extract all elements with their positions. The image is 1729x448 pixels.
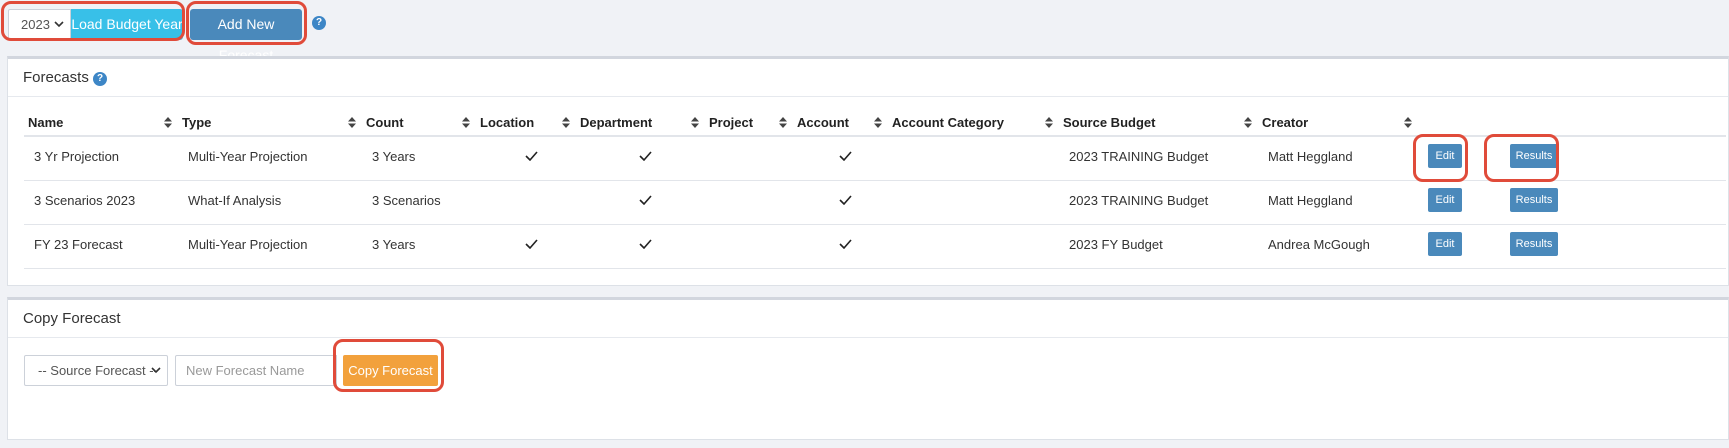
forecasts-header: Forecasts ? (8, 59, 1728, 97)
cell-results: Results (1500, 136, 1726, 181)
sort-icon (462, 117, 470, 128)
column-header-type[interactable]: Type (178, 114, 362, 137)
column-header-account[interactable]: Account (793, 114, 888, 137)
cell-count: 3 Scenarios (362, 180, 476, 225)
cell-project (705, 224, 793, 269)
cell-count: 3 Years (362, 224, 476, 269)
cell-name: 3 Scenarios 2023 (24, 180, 178, 225)
cell-edit: Edit (1418, 224, 1500, 269)
cell-account (793, 136, 888, 181)
results-button[interactable]: Results (1510, 144, 1558, 169)
column-header-department[interactable]: Department (576, 114, 705, 137)
cell-results: Results (1500, 180, 1726, 225)
cell-account-category (888, 224, 1059, 269)
source-forecast-select[interactable]: -- Source Forecast -- (24, 355, 168, 386)
copy-forecast-header: Copy Forecast (8, 300, 1728, 338)
check-icon (639, 151, 652, 161)
column-header-count[interactable]: Count (362, 114, 476, 137)
source-forecast-value: -- Source Forecast -- (38, 363, 158, 378)
cell-account (793, 224, 888, 269)
cell-source-budget: 2023 TRAINING Budget (1059, 180, 1258, 225)
cell-count: 3 Years (362, 136, 476, 181)
cell-department (576, 136, 705, 181)
cell-location (476, 136, 576, 181)
load-budget-year-button[interactable]: Load Budget Year (71, 9, 183, 40)
cell-location (476, 224, 576, 269)
column-header-source-budget[interactable]: Source Budget (1059, 114, 1258, 137)
edit-button[interactable]: Edit (1428, 188, 1462, 212)
table-row: FY 23 Forecast Multi-Year Projection 3 Y… (24, 224, 1726, 269)
column-header-creator[interactable]: Creator (1258, 114, 1418, 137)
add-new-forecast-button[interactable]: Add New Forecast (190, 9, 302, 63)
cell-department (576, 180, 705, 225)
cell-creator: Matt Heggland (1258, 180, 1418, 225)
chevron-down-icon (54, 21, 64, 28)
sort-icon (348, 117, 356, 128)
cell-type: What-If Analysis (178, 180, 362, 225)
sort-icon (874, 117, 882, 128)
table-row: 3 Yr Projection Multi-Year Projection 3 … (24, 136, 1726, 181)
cell-department (576, 224, 705, 269)
sort-icon (1045, 117, 1053, 128)
forecasts-title: Forecasts (23, 69, 89, 86)
sort-icon (779, 117, 787, 128)
edit-button[interactable]: Edit (1428, 144, 1462, 169)
column-header-edit (1418, 114, 1500, 137)
column-header-name[interactable]: Name (24, 114, 178, 137)
table-header-row: Name Type Count Location Department Proj… (24, 114, 1726, 137)
cell-name: FY 23 Forecast (24, 224, 178, 269)
copy-forecast-panel: Copy Forecast -- Source Forecast -- New … (7, 297, 1729, 440)
check-icon (839, 238, 852, 249)
check-icon (839, 194, 852, 205)
cell-creator: Matt Heggland (1258, 136, 1418, 181)
help-icon[interactable]: ? (312, 16, 326, 30)
cell-name: 3 Yr Projection (24, 136, 178, 181)
sort-icon (164, 117, 172, 128)
sort-icon (1404, 117, 1412, 128)
check-icon (839, 151, 852, 161)
new-forecast-name-input[interactable]: New Forecast Name (175, 355, 337, 386)
cell-edit: Edit (1418, 180, 1500, 225)
check-icon (639, 194, 652, 205)
sort-icon (1244, 117, 1252, 128)
cell-type: Multi-Year Projection (178, 224, 362, 269)
table-row: 3 Scenarios 2023 What-If Analysis 3 Scen… (24, 180, 1726, 225)
check-icon (524, 238, 538, 249)
forecasts-panel: Forecasts ? Name Type Count Location Dep… (7, 56, 1729, 286)
cell-account-category (888, 180, 1059, 225)
copy-forecast-button[interactable]: Copy Forecast (343, 355, 438, 386)
cell-project (705, 180, 793, 225)
column-header-results (1500, 114, 1726, 137)
cell-edit: Edit (1418, 136, 1500, 181)
cell-source-budget: 2023 TRAINING Budget (1059, 136, 1258, 181)
copy-forecast-title: Copy Forecast (23, 310, 121, 327)
forecasts-table: Name Type Count Location Department Proj… (24, 114, 1726, 269)
cell-account (793, 180, 888, 225)
column-header-location[interactable]: Location (476, 114, 576, 137)
cell-project (705, 136, 793, 181)
chevron-down-icon (151, 367, 161, 374)
help-icon[interactable]: ? (93, 72, 107, 86)
budget-year-value: 2023 (21, 17, 50, 32)
cell-source-budget: 2023 FY Budget (1059, 224, 1258, 269)
cell-creator: Andrea McGough (1258, 224, 1418, 269)
cell-location (476, 180, 576, 225)
cell-results: Results (1500, 224, 1726, 269)
column-header-account-category[interactable]: Account Category (888, 114, 1059, 137)
budget-year-select[interactable]: 2023 (8, 9, 71, 40)
cell-type: Multi-Year Projection (178, 136, 362, 181)
column-header-project[interactable]: Project (705, 114, 793, 137)
cell-account-category (888, 136, 1059, 181)
toolbar: 2023 Load Budget Year Add New Forecast ? (0, 0, 1729, 63)
sort-icon (691, 117, 699, 128)
results-button[interactable]: Results (1510, 232, 1558, 256)
check-icon (524, 151, 538, 161)
edit-button[interactable]: Edit (1428, 232, 1462, 256)
sort-icon (562, 117, 570, 128)
check-icon (639, 238, 652, 249)
results-button[interactable]: Results (1510, 188, 1558, 212)
